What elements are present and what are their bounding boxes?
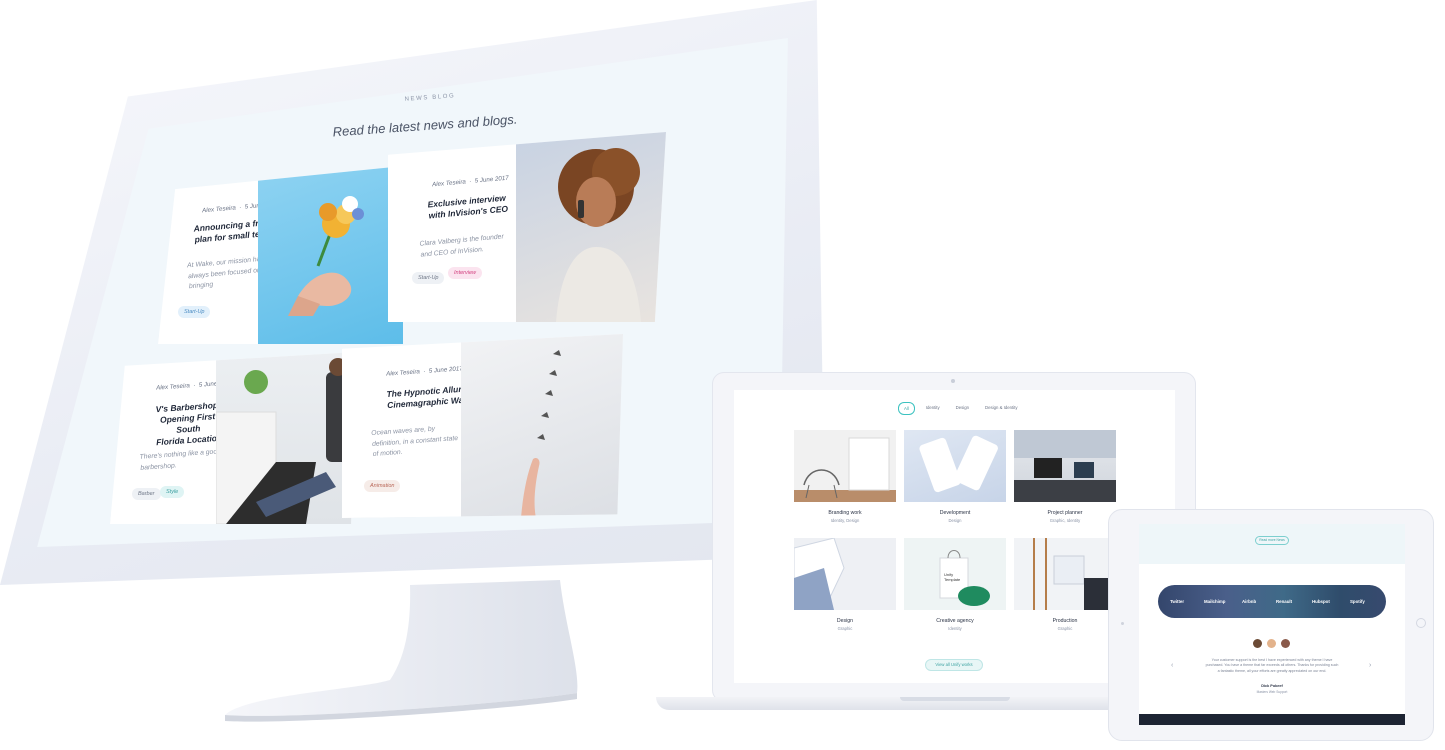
post-image: [516, 132, 666, 322]
tag-start-up[interactable]: Start-Up: [412, 272, 445, 284]
post-author: Alex Teseira: [385, 368, 421, 378]
studio-photo: [1033, 538, 1116, 610]
portfolio-title: Project planner: [1047, 510, 1083, 516]
portfolio-subtitle: Graphic, Identity: [1049, 518, 1081, 523]
portfolio-item[interactable]: Production Graphic: [1014, 538, 1116, 648]
shopping-bag-photo: Unify Template: [939, 550, 990, 606]
portfolio-subtitle: Design: [948, 518, 962, 523]
blog-card[interactable]: Alex Teseira · 5 June 2017 Exclusive int…: [388, 132, 666, 322]
brands-banner: Twitter Mailchimp Airbnb Renault Hubspot…: [1158, 585, 1386, 618]
post-author: Alex Teseira: [431, 178, 467, 189]
portfolio-title: Creative agency: [936, 618, 974, 624]
woman-portrait: [556, 148, 641, 322]
avatar[interactable]: [1281, 639, 1290, 648]
portfolio-title: Branding work: [828, 510, 862, 516]
tag-animation[interactable]: Animation: [364, 480, 401, 492]
filter-all[interactable]: All: [898, 402, 915, 415]
barbershop-photo: [216, 358, 348, 524]
portfolio-thumbnail: [1014, 538, 1116, 610]
brand-logo: Renault: [1276, 599, 1293, 604]
bag-brand-text: Template: [944, 577, 961, 582]
portfolio-item[interactable]: Branding work Identity, Design: [794, 430, 896, 540]
filter-design[interactable]: Design: [951, 402, 974, 415]
portfolio-thumbnail: Unify Template: [904, 538, 1006, 610]
tag-barber[interactable]: Barber: [132, 488, 161, 500]
flowers-illustration: [288, 196, 364, 316]
portfolio-subtitle: Identity, Design: [830, 518, 860, 523]
post-image: [216, 352, 356, 524]
blog-card[interactable]: Alex Teseira · 5 June 2017 The Hypnotic …: [342, 334, 623, 518]
brand-logo: Airbnb: [1242, 599, 1257, 604]
post-image: [258, 166, 403, 344]
tablet-top-section: Read more News: [1139, 524, 1405, 564]
portfolio-item[interactable]: Project planner Graphic, Identity: [1014, 430, 1116, 540]
blog-card[interactable]: Alex Teseira · 5 June 2017 V's Barbersho…: [110, 352, 356, 524]
portfolio-subtitle: Identity: [948, 626, 962, 631]
avatar[interactable]: [1253, 639, 1262, 648]
post-author: Alex Teseira: [201, 204, 237, 215]
tablet-footer: [1139, 714, 1405, 725]
brand-logo: Spotify: [1350, 599, 1365, 604]
view-all-button[interactable]: View all Unify works: [925, 659, 983, 671]
testimonial-name: Dick Pokeef: [1261, 684, 1283, 688]
office-photo: [1014, 430, 1116, 502]
tablet-screen: Read more News Twitter Mailchimp Airbnb …: [1139, 524, 1405, 725]
portfolio-item[interactable]: Unify Template Creative agency Identity: [904, 538, 1006, 648]
blog-card[interactable]: Alex Teseira · 5 June 2017 Announcing a …: [158, 166, 403, 344]
home-button-icon[interactable]: [1416, 618, 1426, 628]
avatar[interactable]: [1267, 639, 1276, 648]
portfolio-filters: All Identity Design Design & Identity: [898, 402, 1023, 415]
post-date: 5 June 2017: [428, 365, 463, 375]
filter-identity[interactable]: Identity: [921, 402, 945, 415]
post-author: Alex Teseira: [155, 382, 191, 392]
chevron-left-icon[interactable]: ‹: [1171, 662, 1173, 669]
brand-logo: Mailchimp: [1204, 599, 1226, 604]
brand-logo: Twitter: [1170, 599, 1185, 604]
portfolio-title: Design: [836, 618, 854, 624]
portfolio-subtitle: Graphic: [837, 626, 853, 631]
filter-design-identity[interactable]: Design & Identity: [980, 402, 1022, 415]
news-blog-section: News blog Read the latest news and blogs…: [0, 0, 825, 585]
testimonial-role: Masters Web Support: [1256, 690, 1288, 694]
read-more-button[interactable]: Read more News: [1255, 536, 1289, 545]
brand-logo: Hubspot: [1312, 599, 1330, 604]
post-image: [461, 334, 623, 518]
blog-eyebrow: News blog: [404, 93, 456, 103]
post-date: 5 June 2017: [474, 174, 509, 185]
portfolio-subtitle: Graphic: [1057, 626, 1073, 631]
tag-start-up[interactable]: Start-Up: [178, 306, 211, 318]
chevron-right-icon[interactable]: ›: [1369, 662, 1371, 669]
butterflies-photo: [521, 350, 561, 518]
portfolio-item[interactable]: Development Design: [904, 430, 1006, 540]
phones-photo: [919, 435, 998, 493]
testimonial-avatars: [1253, 639, 1290, 648]
chair-photo: [794, 437, 896, 502]
portfolio-thumbnail: [904, 430, 1006, 502]
imac-stand: [225, 580, 578, 722]
tag-style[interactable]: Style: [160, 486, 185, 498]
portfolio-thumbnail: [794, 430, 896, 502]
tag-interview[interactable]: Interview: [448, 267, 483, 279]
portfolio-title: Production: [1052, 618, 1078, 624]
camera-icon: [951, 379, 955, 383]
testimonial-quote: Your customer support is the best I have…: [1205, 658, 1339, 673]
camera-icon: [1121, 622, 1124, 625]
portfolio-thumbnail: [1014, 430, 1116, 502]
building-photo: [794, 538, 845, 610]
blog-heading: Read the latest news and blogs.: [332, 111, 518, 140]
portfolio-item[interactable]: Design Graphic: [794, 538, 896, 648]
laptop-notch: [900, 697, 1010, 701]
portfolio-thumbnail: [794, 538, 896, 610]
portfolio-title: Development: [939, 510, 971, 516]
